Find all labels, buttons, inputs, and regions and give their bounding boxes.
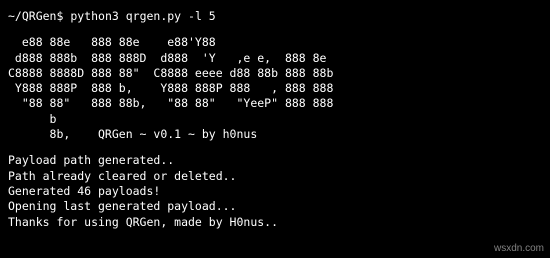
- banner-line: 8b, QRGen ~ v0.1 ~ by h0nus: [8, 127, 258, 142]
- program-output: Payload path generated.. Path already cl…: [8, 153, 550, 229]
- banner-line: Y888 888P 888 b, Y888 888P 888 , 888 888: [8, 81, 334, 96]
- output-line: Thanks for using QRGen, made by H0nus..: [8, 214, 279, 229]
- output-line: Opening last generated payload...: [8, 199, 237, 214]
- watermark: wsxdn.com: [493, 242, 544, 254]
- output-line: Path already cleared or deleted..: [8, 168, 237, 183]
- output-line: Payload path generated..: [8, 153, 175, 168]
- banner-line: e88 88e 888 88e e88'Y88: [8, 35, 216, 50]
- output-line: Generated 46 payloads!: [8, 183, 161, 198]
- banner-line: "88 88" 888 88b, "88 88" "YeeP" 888 888: [8, 96, 334, 111]
- terminal-window[interactable]: ~/QRGen$ python3 qrgen.py -l 5 e88 88e 8…: [0, 0, 550, 258]
- banner-line: d888 888b 888 888D d888 'Y ,e e, 888 8e: [8, 50, 327, 65]
- ascii-banner: e88 88e 888 88e e88'Y88 d888 888b 888 88…: [8, 35, 550, 142]
- banner-line: b: [8, 111, 57, 126]
- prompt: ~/QRGen$: [8, 9, 64, 23]
- command-text: python3 qrgen.py -l 5: [70, 9, 216, 23]
- banner-line: C8888 8888D 888 88" C8888 eeee d88 88b 8…: [8, 65, 334, 80]
- command-line: ~/QRGen$ python3 qrgen.py -l 5: [8, 9, 550, 24]
